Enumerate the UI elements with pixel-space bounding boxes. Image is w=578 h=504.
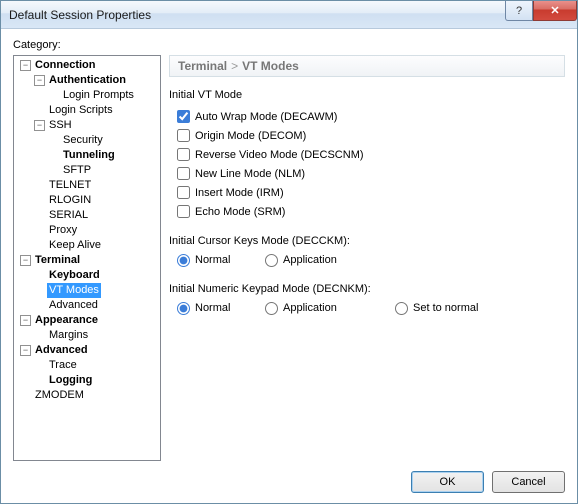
close-button[interactable]: ✕ [533,1,577,21]
breadcrumb: Terminal > VT Modes [169,55,565,77]
label-numeric-keypad: Initial Numeric Keypad Mode (DECNKM): [169,283,565,295]
collapse-icon[interactable]: − [20,315,31,326]
settings-panel: Initial VT Mode Auto Wrap Mode (DECAWM) … [169,77,565,465]
tree-node-rlogin[interactable]: RLOGIN [32,193,160,208]
breadcrumb-sep: > [231,59,238,73]
tree-node-login-scripts[interactable]: Login Scripts [32,103,160,118]
radio-cursor-application[interactable]: Application [265,251,353,269]
titlebar: Default Session Properties ? ✕ [1,1,577,29]
check-insert[interactable]: Insert Mode (IRM) [177,183,565,202]
help-icon: ? [516,5,522,17]
category-tree[interactable]: −Connection −Authentication Login Prompt… [13,55,161,461]
collapse-icon[interactable]: − [20,255,31,266]
checkbox-origin[interactable] [177,129,190,142]
help-button[interactable]: ? [505,1,533,21]
tree-node-ssh[interactable]: −SSH [32,118,160,133]
checkbox-reverse-video[interactable] [177,148,190,161]
content-pane: Terminal > VT Modes Initial VT Mode Auto… [169,55,565,465]
collapse-icon[interactable]: − [34,75,45,86]
check-new-line[interactable]: New Line Mode (NLM) [177,164,565,183]
tree-node-security[interactable]: Security [46,133,160,148]
dialog-footer: OK Cancel [13,465,565,493]
check-origin[interactable]: Origin Mode (DECOM) [177,126,565,145]
tree-node-margins[interactable]: Margins [32,328,160,343]
close-icon: ✕ [550,4,559,17]
main-area: −Connection −Authentication Login Prompt… [13,55,565,465]
dialog-window: Default Session Properties ? ✕ Category:… [0,0,578,504]
window-title: Default Session Properties [9,8,151,22]
category-label: Category: [13,39,565,51]
tree-node-proxy[interactable]: Proxy [32,223,160,238]
tree-node-logging[interactable]: Logging [32,373,160,388]
tree-node-trace[interactable]: Trace [32,358,160,373]
breadcrumb-root: Terminal [178,59,227,73]
window-buttons: ? ✕ [505,1,577,21]
collapse-icon[interactable]: − [20,345,31,356]
tree-node-vt-modes[interactable]: VT Modes [32,283,160,298]
tree-node-zmodem[interactable]: ZMODEM [18,388,160,403]
ok-button[interactable]: OK [411,471,484,493]
radio-cursor-normal[interactable]: Normal [177,251,265,269]
checkbox-auto-wrap[interactable] [177,110,190,123]
collapse-icon[interactable]: − [20,60,31,71]
checkbox-echo[interactable] [177,205,190,218]
cancel-button[interactable]: Cancel [492,471,565,493]
tree-node-keep-alive[interactable]: Keep Alive [32,238,160,253]
tree-node-terminal-advanced[interactable]: Advanced [32,298,160,313]
tree-node-serial[interactable]: SERIAL [32,208,160,223]
group-numeric-keypad: Initial Numeric Keypad Mode (DECNKM): No… [169,283,565,317]
label-cursor-keys: Initial Cursor Keys Mode (DECCKM): [169,235,565,247]
check-echo[interactable]: Echo Mode (SRM) [177,202,565,221]
collapse-icon[interactable]: − [34,120,45,131]
tree-node-keyboard[interactable]: Keyboard [32,268,160,283]
vt-mode-options: Auto Wrap Mode (DECAWM) Origin Mode (DEC… [177,107,565,221]
breadcrumb-leaf: VT Modes [242,59,299,73]
tree-node-sftp[interactable]: SFTP [46,163,160,178]
group-cursor-keys: Initial Cursor Keys Mode (DECCKM): Norma… [169,235,565,269]
checkbox-insert[interactable] [177,186,190,199]
dialog-body: Category: −Connection −Authentication Lo… [1,29,577,503]
tree-node-authentication[interactable]: −Authentication [32,73,160,88]
tree-node-terminal[interactable]: −Terminal [18,253,160,268]
check-auto-wrap[interactable]: Auto Wrap Mode (DECAWM) [177,107,565,126]
tree-node-tunneling[interactable]: Tunneling [46,148,160,163]
radio-keypad-set-normal[interactable]: Set to normal [395,299,525,317]
radio-keypad-application[interactable]: Application [265,299,395,317]
tree-node-login-prompts[interactable]: Login Prompts [46,88,160,103]
section-initial-vt-mode: Initial VT Mode [169,89,565,101]
tree-node-connection[interactable]: −Connection [18,58,160,73]
tree-node-telnet[interactable]: TELNET [32,178,160,193]
tree-node-advanced[interactable]: −Advanced [18,343,160,358]
tree-node-appearance[interactable]: −Appearance [18,313,160,328]
radio-keypad-normal[interactable]: Normal [177,299,265,317]
check-reverse-video[interactable]: Reverse Video Mode (DECSCNM) [177,145,565,164]
checkbox-new-line[interactable] [177,167,190,180]
